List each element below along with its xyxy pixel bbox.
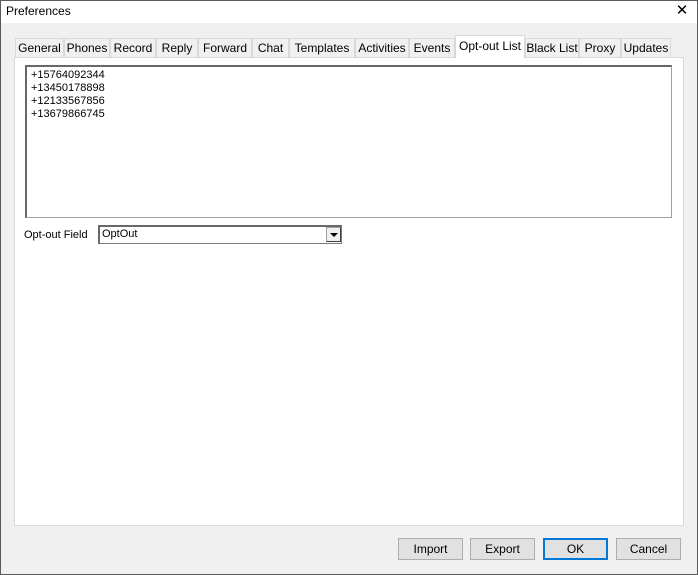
tab-record[interactable]: Record (110, 38, 156, 57)
tab-templates[interactable]: Templates (289, 38, 355, 57)
tab-phones[interactable]: Phones (64, 38, 110, 57)
import-button[interactable]: Import (398, 538, 463, 560)
close-icon: ✕ (675, 2, 689, 19)
tab-opt-out-list[interactable]: Opt-out List (455, 35, 525, 58)
export-button[interactable]: Export (470, 538, 535, 560)
tab-updates[interactable]: Updates (621, 38, 671, 57)
list-item[interactable]: +13679866745 (31, 108, 667, 121)
list-item[interactable]: +13450178898 (31, 82, 667, 95)
tab-forward[interactable]: Forward (198, 38, 252, 57)
close-button[interactable]: ✕ (667, 1, 697, 23)
tab-black-list[interactable]: Black List (525, 38, 579, 57)
chevron-down-icon[interactable] (326, 227, 341, 242)
opt-out-field-select[interactable]: OptOut (98, 225, 342, 244)
preferences-window: Preferences ✕ General Phones Record Repl… (0, 0, 698, 575)
tab-reply[interactable]: Reply (156, 38, 198, 57)
tab-activities[interactable]: Activities (355, 38, 409, 57)
opt-out-field-label: Opt-out Field (24, 229, 88, 241)
tab-proxy[interactable]: Proxy (579, 38, 621, 57)
opt-out-numbers-list[interactable]: +15764092344 +13450178898 +12133567856 +… (25, 65, 672, 218)
tab-events[interactable]: Events (409, 38, 455, 57)
list-item[interactable]: +15764092344 (31, 69, 667, 82)
list-item[interactable]: +12133567856 (31, 95, 667, 108)
title-bar: Preferences ✕ (1, 1, 697, 23)
ok-button[interactable]: OK (543, 538, 608, 560)
tab-chat[interactable]: Chat (252, 38, 289, 57)
opt-out-list-panel: +15764092344 +13450178898 +12133567856 +… (14, 57, 684, 526)
window-title: Preferences (6, 4, 71, 18)
cancel-button[interactable]: Cancel (616, 538, 681, 560)
opt-out-field-value: OptOut (102, 228, 138, 240)
tab-general[interactable]: General (15, 38, 64, 57)
